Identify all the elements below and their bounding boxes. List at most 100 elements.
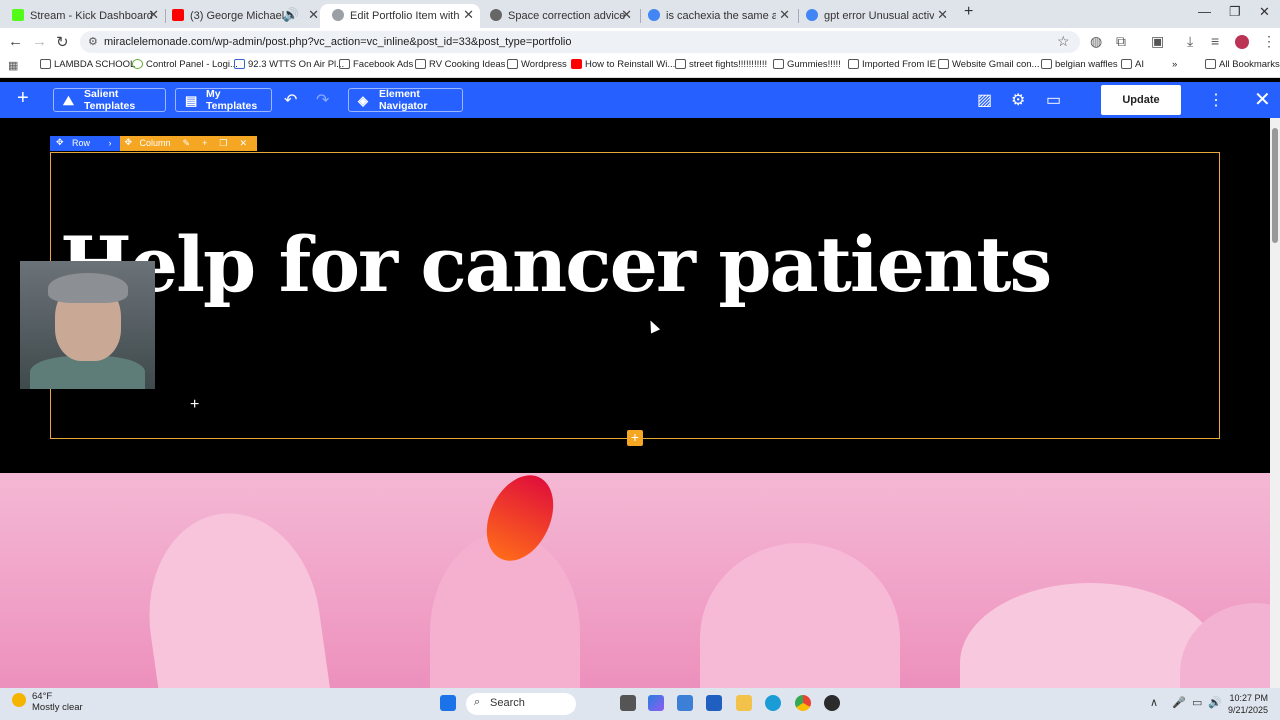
more-options-icon[interactable]: ⋮	[1208, 90, 1224, 110]
move-icon[interactable]: ✥	[56, 137, 64, 148]
bookmark-wtts[interactable]: 92.3 WTTS On Air Pl...	[234, 59, 344, 70]
system-clock[interactable]: 10:27 PM 9/21/2025	[1228, 692, 1268, 716]
add-element-plus-icon[interactable]: +	[190, 396, 199, 414]
bookmark-gummies[interactable]: Gummies!!!!!	[773, 59, 841, 70]
close-tab-icon[interactable]: ✕	[308, 7, 319, 23]
my-templates-button[interactable]: ▤ My Templates	[175, 88, 272, 112]
network-icon[interactable]: ▭	[1192, 696, 1202, 709]
copilot-icon[interactable]	[648, 695, 664, 711]
site-info-icon[interactable]: ⚙	[88, 35, 98, 48]
microphone-icon[interactable]: 🎤	[1172, 696, 1186, 709]
browser-tab-strip: Stream - Kick Dashboard ✕ (3) George Mic…	[0, 0, 1280, 28]
restore-icon[interactable]: ❐	[1229, 4, 1241, 20]
redo-icon[interactable]: ↷	[316, 90, 329, 110]
profile-avatar[interactable]	[1235, 35, 1249, 49]
forward-icon[interactable]: →	[32, 33, 47, 50]
bookmark-facebook-ads[interactable]: Facebook Ads	[339, 59, 413, 70]
close-editor-icon[interactable]: ✕	[1254, 87, 1271, 112]
url-input[interactable]: ⚙ miraclelemonade.com/wp-admin/post.php?…	[80, 31, 1080, 53]
store-icon[interactable]	[677, 695, 693, 711]
page-scrollbar[interactable]	[1270, 118, 1280, 688]
close-window-icon[interactable]: ✕	[1259, 4, 1270, 20]
windows-start-icon[interactable]	[440, 695, 456, 711]
update-button[interactable]: Update	[1101, 85, 1181, 115]
tray-overflow-icon[interactable]: ∧	[1150, 696, 1158, 709]
tab-kick[interactable]: Stream - Kick Dashboard ✕	[0, 4, 165, 28]
bookmark-star-icon[interactable]: ☆	[1057, 33, 1070, 50]
chrome-icon[interactable]	[795, 695, 811, 711]
bookmark-imported-ie[interactable]: Imported From IE	[848, 59, 936, 70]
tab-cachexia[interactable]: is cachexia the same as malnutri ✕	[636, 4, 796, 28]
youtube-icon	[172, 9, 184, 21]
bookmark-control-panel[interactable]: Control Panel - Logi...	[132, 59, 238, 70]
element-navigator-button[interactable]: ◈ Element Navigator	[348, 88, 463, 112]
page-canvas: ✥ Row › ✥ Column ✎ + ❐ ✕ Help for cancer…	[0, 118, 1270, 688]
close-tab-icon[interactable]: ✕	[779, 7, 790, 23]
bookmark-reinstall[interactable]: How to Reinstall Wi...	[571, 59, 675, 70]
windows-taskbar: 64°F Mostly clear ⌕ Search ∧ 🎤 ▭ 🔊 10:27…	[0, 688, 1280, 720]
bookmarks-overflow-icon[interactable]: »	[1172, 59, 1177, 70]
bookmark-lambda[interactable]: LAMBDA SCHOOL	[40, 59, 135, 70]
bookmark-rv-cooking[interactable]: RV Cooking Ideas	[415, 59, 505, 70]
puzzle-icon[interactable]: ⧉	[1116, 33, 1126, 50]
row-controls: ✥ Row › ✥ Column ✎ + ❐ ✕	[50, 136, 257, 151]
weather-widget[interactable]: 64°F Mostly clear	[12, 691, 83, 713]
media-icon[interactable]: ≡	[1211, 33, 1219, 49]
page-heading[interactable]: Help for cancer patients	[60, 220, 1052, 309]
delete-icon[interactable]: ✕	[239, 138, 247, 151]
close-tab-icon[interactable]: ✕	[463, 7, 474, 23]
new-tab-icon[interactable]: +	[964, 3, 973, 21]
chevron-right-icon[interactable]: ›	[109, 138, 112, 148]
apps-grid-icon[interactable]: ▦	[8, 59, 18, 72]
back-icon[interactable]: ←	[8, 33, 23, 50]
file-explorer-icon[interactable]	[736, 695, 752, 711]
taskbar-search[interactable]: ⌕ Search	[466, 693, 576, 715]
task-view-icon[interactable]	[620, 695, 636, 711]
bookmark-belgian-waffles[interactable]: belgian waffles	[1041, 59, 1118, 70]
edit-pencil-icon[interactable]: ✎	[183, 138, 191, 151]
seo-icon[interactable]: ▨	[977, 90, 992, 110]
recording-app-icon[interactable]	[824, 695, 840, 711]
tab-search-icon[interactable]: ▣	[1151, 33, 1164, 50]
wpbakery-toolbar: + ⛰ Salient Templates ▤ My Templates ↶ ↷…	[0, 82, 1280, 118]
webcam-overlay	[20, 261, 155, 389]
clone-icon[interactable]: ❐	[219, 138, 227, 151]
tab-space-correction[interactable]: Space correction advice ✕	[478, 4, 638, 28]
close-tab-icon[interactable]: ✕	[937, 7, 948, 23]
edge-icon[interactable]	[765, 695, 781, 711]
column-control[interactable]: ✥ Column ✎ + ❐ ✕	[119, 136, 257, 151]
close-tab-icon[interactable]: ✕	[621, 7, 632, 23]
all-bookmarks[interactable]: All Bookmarks	[1205, 59, 1280, 70]
reload-icon[interactable]: ↻	[56, 33, 69, 51]
add-icon[interactable]: +	[202, 138, 207, 151]
google-icon	[806, 9, 818, 21]
mute-icon[interactable]: 🔊	[283, 7, 299, 23]
search-icon: ⌕	[474, 696, 481, 708]
extension-icon[interactable]: ◍	[1090, 33, 1102, 50]
salient-templates-button[interactable]: ⛰ Salient Templates	[53, 88, 166, 112]
add-element-icon[interactable]: +	[17, 87, 29, 110]
settings-gear-icon[interactable]: ⚙	[1011, 90, 1025, 110]
chatgpt-icon	[490, 9, 502, 21]
desktop-view-icon[interactable]: ▭	[1046, 90, 1061, 110]
volume-icon[interactable]: 🔊	[1208, 696, 1222, 709]
layers-icon: ◈	[358, 93, 368, 108]
move-icon[interactable]: ✥	[125, 137, 133, 148]
bookmark-street-fights[interactable]: street fights!!!!!!!!!!!	[675, 59, 767, 70]
row-control[interactable]: ✥ Row ›	[50, 136, 120, 151]
menu-dots-icon[interactable]: ⋮	[1262, 33, 1276, 50]
minimize-icon[interactable]: —	[1198, 4, 1211, 19]
template-icon: ▤	[185, 93, 198, 108]
download-icon[interactable]: ⤓	[1187, 33, 1193, 50]
close-tab-icon[interactable]: ✕	[148, 7, 159, 23]
add-row-button[interactable]: +	[627, 430, 643, 446]
tab-youtube[interactable]: (3) George Michael - Faith ( 🔊 ✕	[160, 4, 325, 28]
tab-edit-portfolio[interactable]: Edit Portfolio Item with WPBake ✕	[320, 4, 480, 28]
photos-icon[interactable]	[706, 695, 722, 711]
tab-gpt-error[interactable]: gpt error Unusual activity has b ✕	[794, 4, 954, 28]
bookmark-website-gmail[interactable]: Website Gmail con...	[938, 59, 1039, 70]
undo-icon[interactable]: ↶	[284, 90, 297, 110]
globe-icon	[332, 9, 344, 21]
bookmark-ai[interactable]: AI	[1121, 59, 1144, 70]
bookmark-wordpress[interactable]: Wordpress	[507, 59, 567, 70]
